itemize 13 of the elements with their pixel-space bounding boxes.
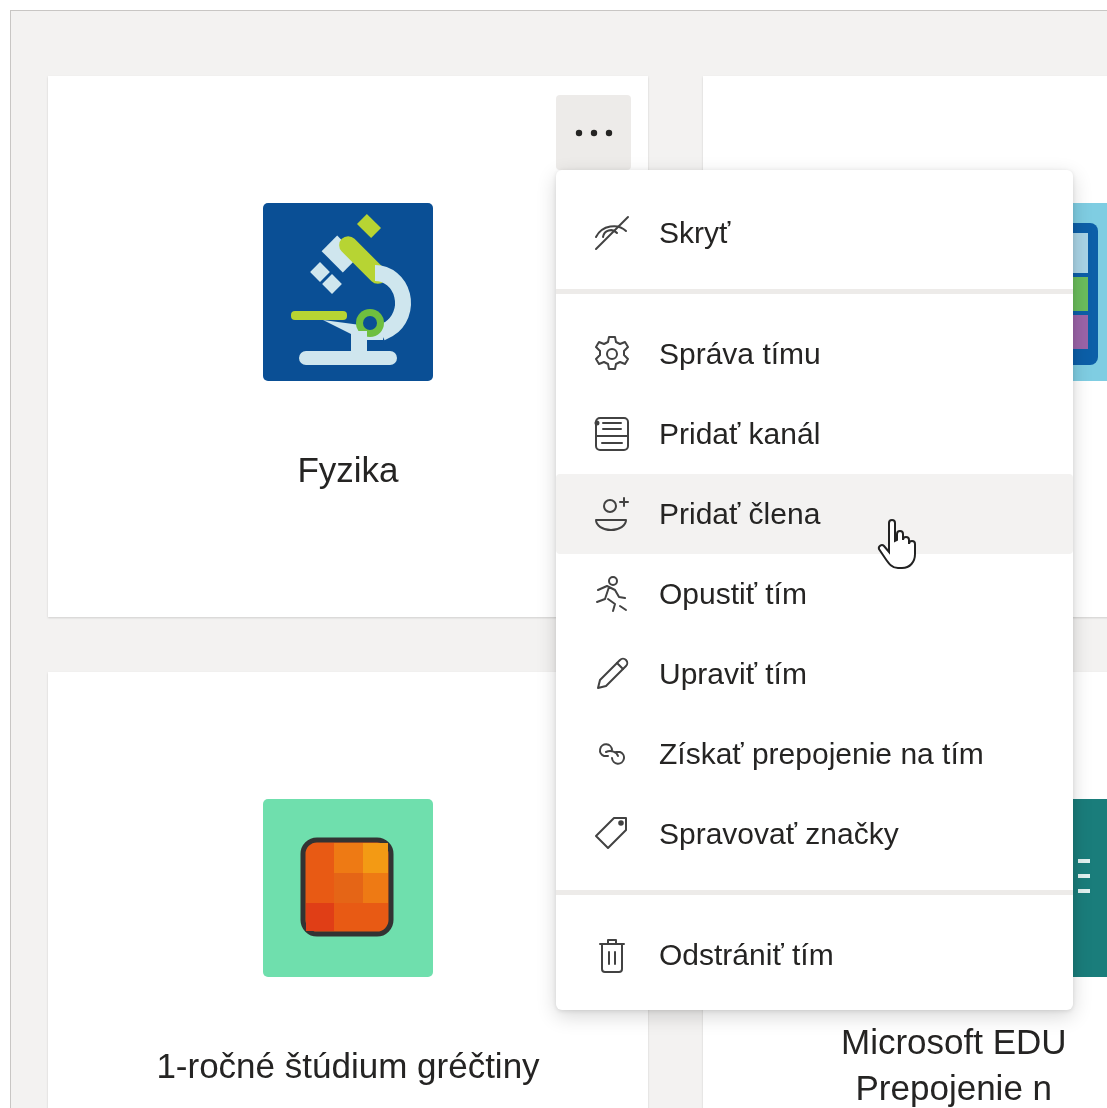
team-name: Fyzika	[297, 449, 399, 491]
menu-item[interactable]: Pridať člena	[556, 474, 1073, 554]
eye-slash-icon	[592, 213, 632, 253]
tiles-icon	[263, 799, 433, 977]
hand-cursor-icon	[877, 519, 917, 571]
team-name: 1-ročné štúdium gréčtiny	[156, 1045, 540, 1087]
team-name: Prepojenie n	[855, 1067, 1053, 1108]
more-icon	[574, 128, 613, 137]
more-options-button[interactable]	[556, 95, 631, 170]
list-icon	[592, 414, 632, 454]
microscope-icon	[263, 203, 433, 381]
team-name: Microsoft EDU	[841, 1021, 1067, 1063]
add-person-icon	[592, 494, 632, 534]
